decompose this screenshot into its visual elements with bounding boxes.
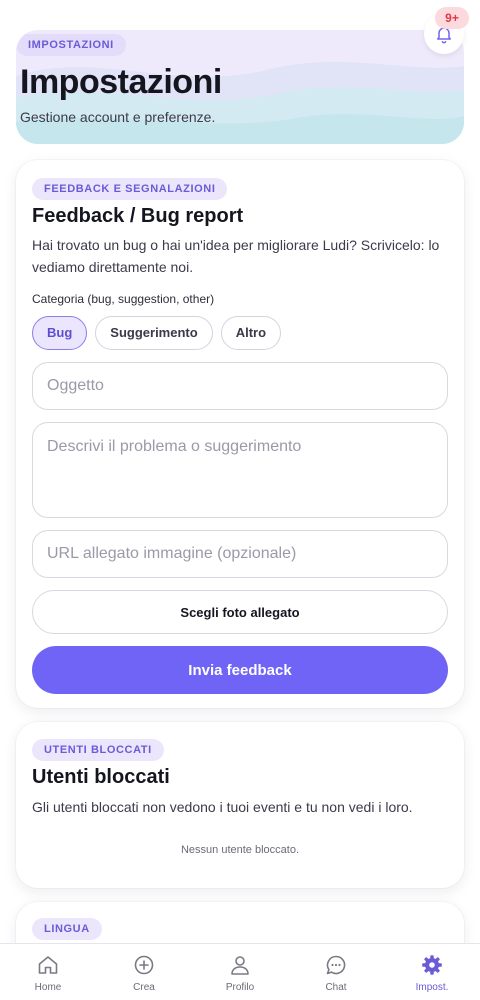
tab-profile-label: Profilo bbox=[225, 982, 255, 993]
choose-photo-button[interactable]: Scegli foto allegato bbox=[32, 590, 448, 634]
chat-icon bbox=[326, 955, 346, 975]
blocked-empty-state: Nessun utente bloccato. bbox=[180, 844, 300, 856]
bottom-tab-bar: Home Crea Profilo Chat Impost. bbox=[0, 943, 480, 1000]
home-icon bbox=[38, 956, 58, 974]
blocked-users-card: UTENTI BLOCCATI Utenti bloccati Gli uten… bbox=[16, 722, 464, 888]
tab-chat-label: Chat bbox=[325, 982, 347, 993]
category-chip-bug[interactable]: Bug bbox=[32, 316, 88, 350]
feedback-card: FEEDBACK E SEGNALAZIONI Feedback / Bug r… bbox=[16, 160, 464, 708]
language-section-badge: LINGUA bbox=[32, 918, 102, 940]
gear-icon bbox=[422, 955, 442, 975]
page-title: Impostazioni bbox=[20, 63, 222, 101]
blocked-title: Utenti bloccati bbox=[32, 766, 170, 788]
category-chip-suggestion[interactable]: Suggerimento bbox=[95, 316, 213, 350]
blocked-section-badge: UTENTI BLOCCATI bbox=[32, 739, 164, 761]
feedback-description: Hai trovato un bug o hai un'idea per mig… bbox=[32, 237, 440, 275]
message-textarea[interactable] bbox=[32, 422, 448, 518]
user-icon bbox=[231, 956, 249, 975]
submit-feedback-button[interactable]: Invia feedback bbox=[32, 646, 448, 694]
tab-settings[interactable]: Impost. bbox=[384, 944, 480, 1000]
tab-home-label: Home bbox=[34, 982, 62, 993]
tab-settings-label: Impost. bbox=[415, 982, 449, 993]
tab-create[interactable]: Crea bbox=[96, 944, 192, 1000]
blocked-description: Gli utenti bloccati non vedono i tuoi ev… bbox=[32, 799, 413, 815]
category-chip-other[interactable]: Altro bbox=[220, 316, 282, 350]
attachment-url-input[interactable] bbox=[32, 530, 448, 578]
subject-input[interactable] bbox=[32, 362, 448, 410]
page-subtitle: Gestione account e preferenze. bbox=[20, 109, 216, 125]
tab-create-label: Crea bbox=[133, 982, 155, 993]
category-label: Categoria (bug, suggestion, other) bbox=[32, 292, 215, 306]
tab-chat[interactable]: Chat bbox=[288, 944, 384, 1000]
category-chips: Bug Suggerimento Altro bbox=[32, 316, 282, 350]
feedback-title: Feedback / Bug report bbox=[32, 205, 244, 227]
header-banner: IMPOSTAZIONI Impostazioni Gestione accou… bbox=[16, 30, 464, 144]
tab-profile[interactable]: Profilo bbox=[192, 944, 288, 1000]
tab-home[interactable]: Home bbox=[0, 944, 96, 1000]
plus-circle-icon bbox=[134, 955, 154, 975]
feedback-section-badge: FEEDBACK E SEGNALAZIONI bbox=[32, 178, 228, 200]
page-badge: IMPOSTAZIONI bbox=[16, 34, 126, 56]
notification-count-badge: 9+ bbox=[435, 7, 469, 29]
